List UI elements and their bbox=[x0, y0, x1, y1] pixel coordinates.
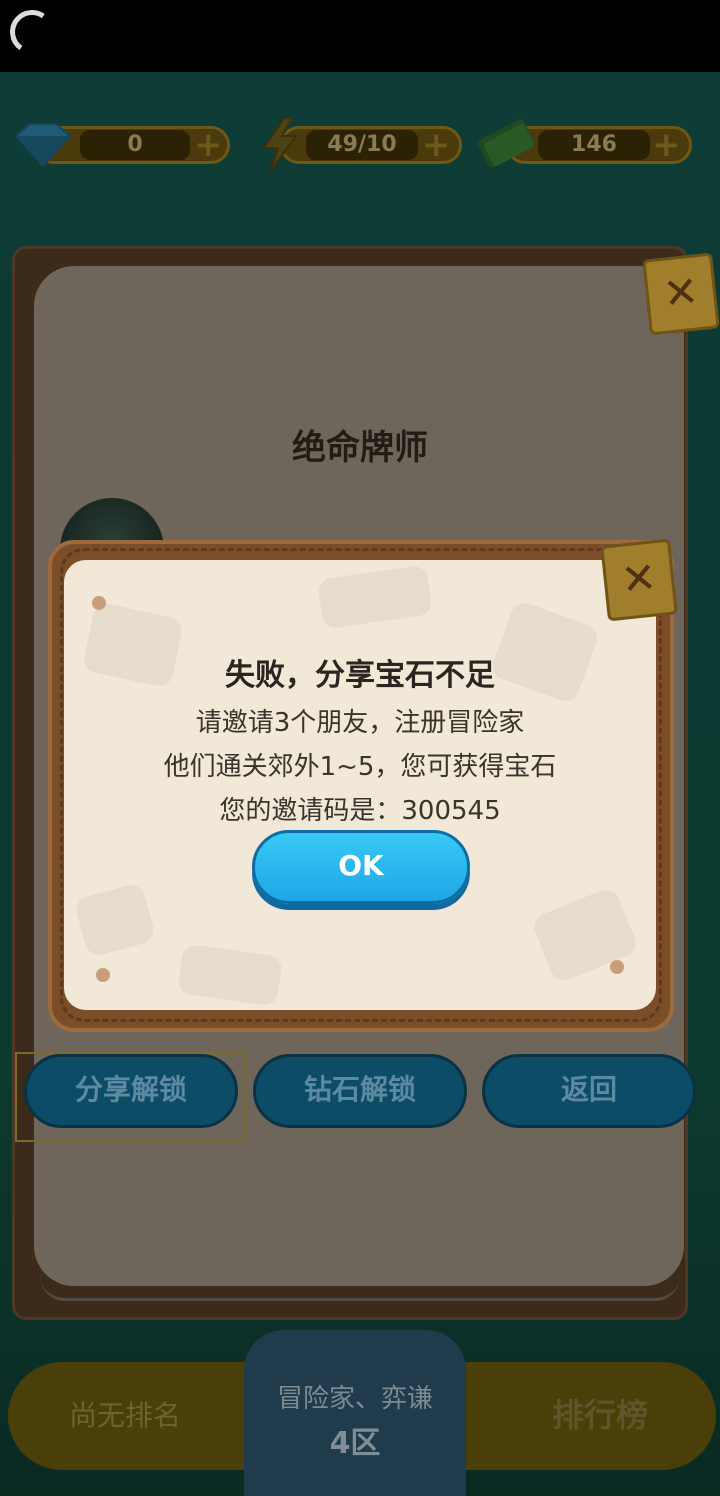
rank-label: 尚无排名 bbox=[68, 1399, 181, 1432]
dialog-close-button[interactable]: ✕ bbox=[600, 538, 678, 622]
cash-counter: 146 + bbox=[472, 118, 692, 168]
close-icon: ✕ bbox=[618, 552, 659, 605]
dialog-title: 失败，分享宝石不足 bbox=[225, 658, 495, 693]
pin-dot bbox=[96, 968, 110, 982]
energy-count: 49/10 bbox=[306, 130, 418, 160]
money-icon bbox=[477, 118, 535, 168]
share-unlock-button[interactable]: 分享解锁 bbox=[24, 1054, 238, 1128]
energy-counter: 49/10 + bbox=[256, 117, 462, 173]
panel-close-button[interactable]: ✕ bbox=[642, 252, 720, 336]
dialog-message-line-2: 他们通关郊外1~5，您可获得宝石 bbox=[163, 752, 557, 782]
gem-count: 0 bbox=[80, 130, 190, 160]
add-energy-button[interactable]: + bbox=[422, 128, 451, 162]
pin-dot bbox=[92, 596, 106, 610]
gem-icon bbox=[14, 123, 72, 168]
leaderboard-button[interactable]: 排行榜 bbox=[520, 1390, 680, 1436]
lightning-icon bbox=[262, 117, 298, 173]
cash-count: 146 bbox=[538, 130, 650, 160]
dialog-message-line-1: 请邀请3个朋友，注册冒险家 bbox=[195, 708, 525, 738]
dialog-invite-code: 您的邀请码是：300545 bbox=[219, 796, 501, 826]
pin-dot bbox=[610, 960, 624, 974]
gem-unlock-button[interactable]: 钻石解锁 bbox=[253, 1054, 467, 1128]
close-icon: ✕ bbox=[660, 266, 701, 319]
add-cash-button[interactable]: + bbox=[652, 128, 681, 162]
server-name: 冒险家、弈谦 bbox=[276, 1384, 433, 1414]
ok-button[interactable]: OK bbox=[252, 830, 470, 904]
back-button[interactable]: 返回 bbox=[482, 1054, 696, 1128]
loading-icon bbox=[6, 6, 58, 58]
add-gems-button[interactable]: + bbox=[194, 128, 223, 162]
gem-counter: 0 + bbox=[8, 120, 230, 168]
server-zone: 4区 bbox=[329, 1426, 381, 1461]
book-page-edge bbox=[40, 1276, 680, 1301]
panel-title: 绝命牌师 bbox=[292, 428, 428, 468]
status-bar bbox=[0, 0, 720, 72]
